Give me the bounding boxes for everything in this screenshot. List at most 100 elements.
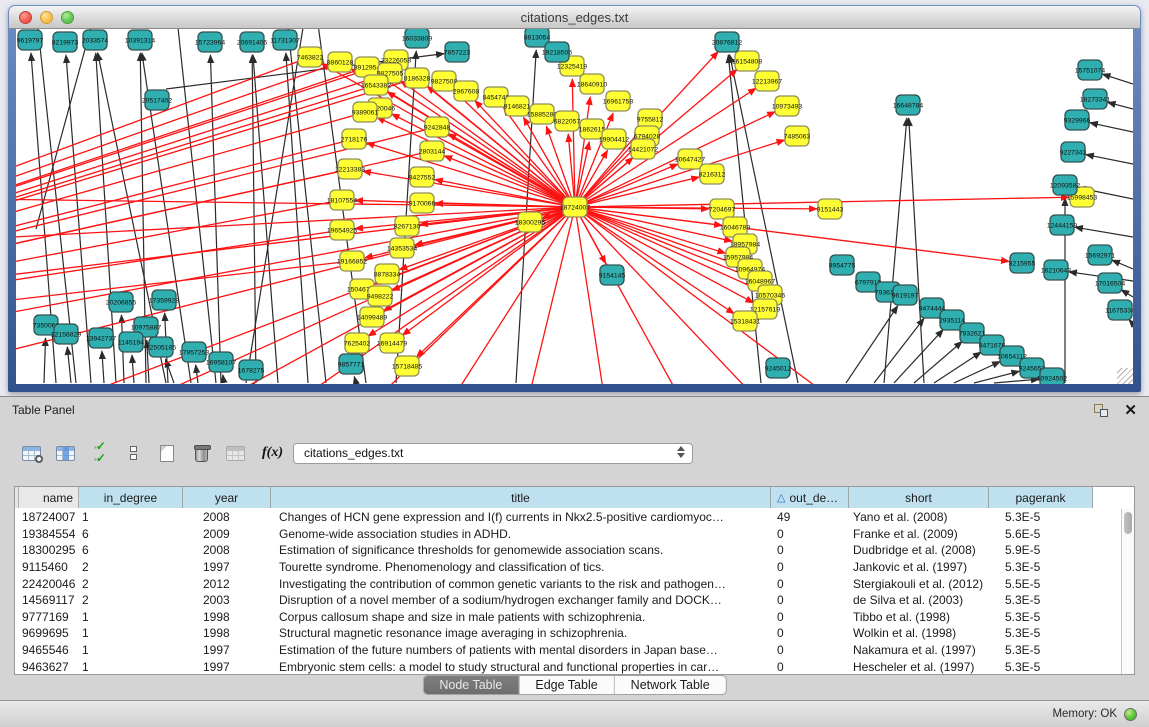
cell-in_degree[interactable]: 2 <box>79 577 183 591</box>
new-table-button[interactable] <box>152 439 182 467</box>
table-row[interactable]: 977716911998Corpus callosum shape and si… <box>15 609 1120 626</box>
cell-in_degree[interactable]: 1 <box>79 626 183 640</box>
network-window[interactable]: citations_edges.txt 18724007183002957463… <box>8 5 1141 392</box>
table-header[interactable]: namein_degreeyeartitle△out_de…shortpager… <box>15 487 1134 508</box>
graph-edge[interactable] <box>846 306 898 383</box>
graph-node[interactable]: 8954775 <box>829 255 856 275</box>
graph-edge[interactable] <box>914 341 962 383</box>
graph-node[interactable]: 16914479 <box>377 333 407 353</box>
graph-node[interactable]: 7857223 <box>444 42 471 62</box>
graph-node[interactable]: 18107554 <box>327 190 357 210</box>
column-header-short[interactable]: short <box>849 487 989 508</box>
cell-in_degree[interactable]: 1 <box>79 643 183 657</box>
cell-title[interactable]: Embryonic stem cells: a model to study s… <box>271 660 771 674</box>
graph-edge[interactable] <box>416 207 575 357</box>
cell-short[interactable]: Hescheler et al. (1997) <box>849 660 989 674</box>
import-table-button[interactable] <box>220 439 250 467</box>
cell-pagerank[interactable]: 5.3E-5 <box>989 660 1093 674</box>
cell-name[interactable]: 18300295 <box>19 543 79 557</box>
cell-out_de[interactable]: 0 <box>771 643 849 657</box>
graph-edge[interactable] <box>1121 290 1133 297</box>
table-selector-dropdown[interactable]: citations_edges.txt <box>293 443 693 464</box>
graph-node[interactable]: 15718485 <box>392 356 422 376</box>
cell-pagerank[interactable]: 5.3E-5 <box>989 626 1093 640</box>
column-header-out_de[interactable]: △out_de… <box>771 487 849 508</box>
cell-out_de[interactable]: 0 <box>771 527 849 541</box>
graph-edge[interactable] <box>575 207 1009 261</box>
vertical-scrollbar[interactable] <box>1121 509 1134 674</box>
cell-short[interactable]: de Silva et al. (2003) <box>849 593 989 607</box>
graph-node[interactable]: 8219973 <box>52 32 79 52</box>
network-graph[interactable]: 1872400718300295746382288601288912954232… <box>16 29 1133 384</box>
graph-node[interactable]: 12093582 <box>1050 175 1080 195</box>
graph-edge[interactable] <box>354 377 356 383</box>
close-panel-icon[interactable]: ✕ <box>1124 403 1137 418</box>
select-column-button[interactable] <box>50 439 80 467</box>
graph-node[interactable]: 15692971 <box>1085 245 1115 265</box>
cell-pagerank[interactable]: 5.6E-5 <box>989 527 1093 541</box>
graph-node[interactable]: 20206856 <box>106 292 136 312</box>
graph-edge[interactable] <box>1102 74 1133 84</box>
graph-node[interactable]: 15751074 <box>1075 60 1105 80</box>
cell-title[interactable]: Disruption of a novel member of a sodium… <box>271 593 771 607</box>
cell-in_degree[interactable]: 1 <box>79 610 183 624</box>
graph-node[interactable]: 8427552 <box>409 167 436 187</box>
graph-node[interactable]: 9242848 <box>424 117 451 137</box>
graph-node[interactable]: 2033574 <box>82 30 109 50</box>
graph-edge[interactable] <box>102 351 104 383</box>
graph-node[interactable]: 7463822 <box>297 47 324 67</box>
graph-edge[interactable] <box>575 207 734 314</box>
tab-edge-table[interactable]: Edge Table <box>519 676 614 694</box>
graph-edge[interactable] <box>16 207 575 319</box>
graph-edge[interactable] <box>196 365 198 383</box>
cell-year[interactable]: 2012 <box>183 577 271 591</box>
graph-node[interactable]: 8216312 <box>699 164 726 184</box>
cell-year[interactable]: 2009 <box>183 527 271 541</box>
cell-short[interactable]: Wolkin et al. (1998) <box>849 626 989 640</box>
cell-year[interactable]: 1998 <box>183 626 271 640</box>
graph-node[interactable]: 1678275 <box>238 360 265 380</box>
graph-node[interactable]: 19654925 <box>327 220 357 240</box>
table-row[interactable]: 1456911722003Disruption of a novel membe… <box>15 592 1120 609</box>
graph-node[interactable]: 19166852 <box>337 251 367 271</box>
graph-edge[interactable] <box>894 330 943 383</box>
graph-node[interactable]: 15885280 <box>527 104 557 124</box>
graph-node[interactable]: 19904412 <box>599 129 629 149</box>
graph-node[interactable]: 14099489 <box>357 307 387 327</box>
close-window-icon[interactable] <box>19 11 32 24</box>
cell-year[interactable]: 1997 <box>183 660 271 674</box>
network-canvas[interactable]: 1872400718300295746382288601288912954232… <box>16 29 1133 384</box>
cell-year[interactable]: 2008 <box>183 543 271 557</box>
graph-node[interactable]: 17957253 <box>179 342 209 362</box>
cell-out_de[interactable]: 0 <box>771 610 849 624</box>
graph-node[interactable]: 16958107 <box>206 352 236 372</box>
graph-node[interactable]: 9170066 <box>409 193 436 213</box>
zoom-window-icon[interactable] <box>61 11 74 24</box>
cell-out_de[interactable]: 0 <box>771 626 849 640</box>
tab-network-table[interactable]: Network Table <box>615 676 726 694</box>
graph-edge[interactable] <box>1075 227 1133 237</box>
graph-edge[interactable] <box>1090 123 1133 132</box>
graph-node[interactable]: 14421072 <box>628 139 658 159</box>
graph-node[interactable]: 8267130 <box>394 216 421 236</box>
table-row[interactable]: 946554611997Estimation of the future num… <box>15 642 1120 659</box>
cell-pagerank[interactable]: 5.3E-5 <box>989 643 1093 657</box>
column-header-name[interactable]: name <box>19 487 79 508</box>
graph-node[interactable]: 1145194 <box>118 332 144 352</box>
scrollbar-thumb[interactable] <box>1124 512 1132 534</box>
graph-node[interactable]: 9619197 <box>892 285 919 305</box>
graph-node[interactable]: 20691406 <box>237 32 267 52</box>
column-header-pagerank[interactable]: pagerank <box>989 487 1093 508</box>
graph-node[interactable]: 9389061 <box>352 102 379 122</box>
table-row[interactable]: 1938455462009Genome-wide association stu… <box>15 526 1120 543</box>
table-row[interactable]: 946362711997Embryonic stem cells: a mode… <box>15 658 1120 674</box>
graph-edge[interactable] <box>44 338 46 383</box>
graph-edge[interactable] <box>1112 260 1133 269</box>
graph-edge[interactable] <box>1086 155 1133 164</box>
graph-node[interactable]: 20517402 <box>142 90 172 110</box>
cell-out_de[interactable]: 0 <box>771 660 849 674</box>
cell-title[interactable]: Corpus callosum shape and size in male p… <box>271 610 771 624</box>
graph-node[interactable]: 9619797 <box>17 30 44 50</box>
table-row[interactable]: 1872400712008Changes of HCN gene express… <box>15 509 1120 526</box>
cell-name[interactable]: 14569117 <box>19 593 79 607</box>
